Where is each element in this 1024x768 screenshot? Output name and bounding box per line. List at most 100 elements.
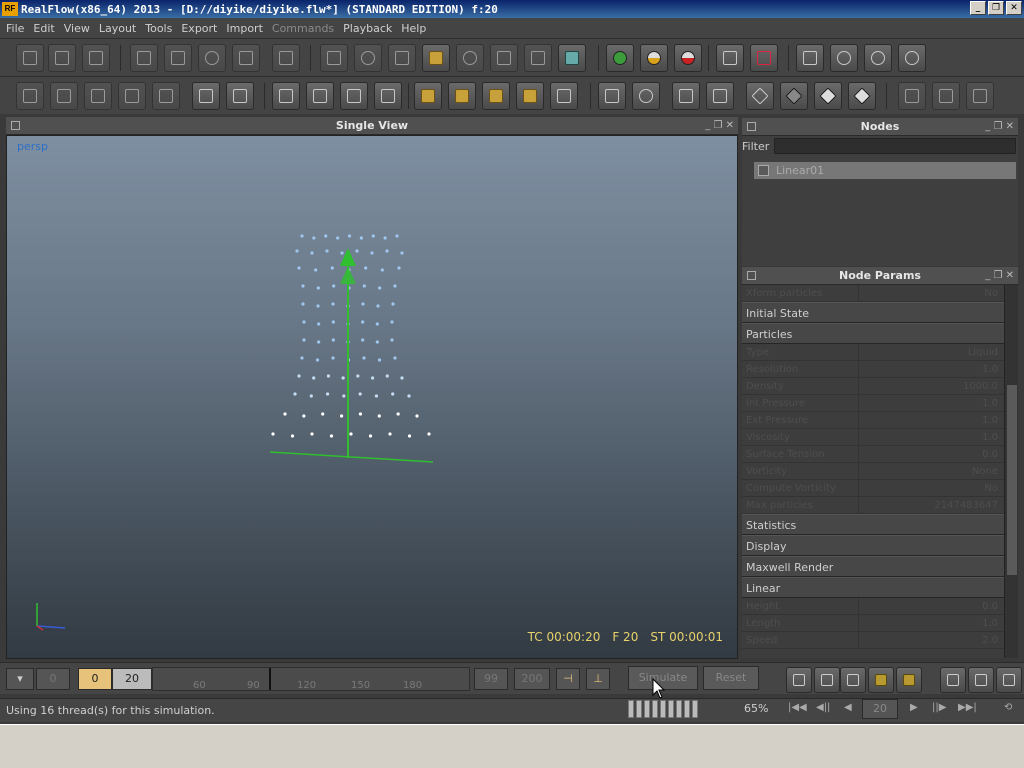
view-top-button[interactable] (598, 82, 626, 110)
param-row[interactable]: Surface Tension 0.0 (742, 446, 1004, 463)
minimize-button[interactable]: _ (970, 1, 986, 15)
viewport-3d[interactable]: persp TC 00:00:20 F 20 ST 00:00:01 (6, 135, 738, 659)
render-button[interactable] (898, 82, 926, 110)
param-row[interactable]: Vorticity None (742, 463, 1004, 480)
param-value[interactable]: 1.0 (858, 361, 1004, 378)
script-run-button[interactable] (796, 44, 824, 72)
hierarchy-tool-button[interactable] (388, 44, 416, 72)
loop-icon[interactable]: ⟲ (1004, 702, 1012, 713)
menu-commands[interactable]: Commands (272, 22, 334, 35)
bookmark-a-button[interactable] (940, 667, 966, 693)
record-yellow-button[interactable] (640, 44, 668, 72)
end-frame-marker[interactable]: 20 (112, 668, 152, 690)
param-row[interactable]: Compute Vorticity No (742, 480, 1004, 497)
menu-view[interactable]: View (64, 22, 90, 35)
soft-body-button[interactable] (226, 82, 254, 110)
panel-menu-icon[interactable] (11, 121, 20, 130)
reset-button[interactable]: Reset (703, 666, 759, 690)
ruler-button[interactable] (340, 82, 368, 110)
wet-map-button[interactable] (414, 82, 442, 110)
param-value[interactable]: 2147483647 (858, 497, 1004, 514)
range-b-field[interactable]: 200 (514, 668, 550, 690)
key-next-button[interactable]: ⊥ (586, 668, 610, 690)
start-frame-field[interactable]: 0 (36, 668, 70, 690)
menu-file[interactable]: File (6, 22, 24, 35)
film-strip-button[interactable] (306, 82, 334, 110)
shade-smooth-button[interactable] (814, 82, 842, 110)
menu-layout[interactable]: Layout (99, 22, 136, 35)
menu-import[interactable]: Import (226, 22, 263, 35)
menu-tools[interactable]: Tools (145, 22, 172, 35)
param-row[interactable]: Resolution 1.0 (742, 361, 1004, 378)
add-group-button[interactable] (118, 82, 146, 110)
range-a-field[interactable]: 99 (474, 668, 508, 690)
play-icon[interactable]: ▶ (910, 702, 918, 713)
param-value[interactable]: 0.0 (858, 446, 1004, 463)
go-start-icon[interactable]: |◀◀ (788, 702, 807, 713)
view-expand-button[interactable] (706, 82, 734, 110)
camera-pan-button[interactable] (814, 667, 840, 693)
close-button[interactable]: ✕ (1006, 1, 1022, 15)
param-value[interactable]: 1000.0 (858, 378, 1004, 395)
go-end-icon[interactable]: ▶▶| (958, 702, 977, 713)
shade-wire-button[interactable] (746, 82, 774, 110)
graph-tool-button[interactable] (354, 44, 382, 72)
current-frame-marker[interactable]: 0 (78, 668, 112, 690)
rigid-body-button[interactable] (192, 82, 220, 110)
param-value[interactable]: 0.0 (858, 598, 1004, 615)
scroll-thumb[interactable] (1007, 385, 1017, 575)
section-maxwell-render[interactable]: Maxwell Render (742, 556, 1004, 577)
param-row[interactable]: Ext Pressure 1.0 (742, 412, 1004, 429)
fire-button[interactable] (932, 82, 960, 110)
param-value[interactable]: 1.0 (858, 412, 1004, 429)
panel-window-controls[interactable]: _ ❐ ✕ (985, 118, 1014, 136)
add-camera-button[interactable] (490, 44, 518, 72)
menu-playback[interactable]: Playback (343, 22, 392, 35)
step-back-icon[interactable]: ◀|| (816, 702, 830, 713)
panel-window-controls[interactable]: _ ❐ ✕ (705, 117, 734, 135)
param-value[interactable]: 1.0 (858, 429, 1004, 446)
gear-a-button[interactable] (868, 667, 894, 693)
move-tool-button[interactable] (164, 44, 192, 72)
param-row[interactable]: Height 0.0 (742, 598, 1004, 615)
add-mesh-node-button[interactable] (152, 82, 180, 110)
param-row[interactable]: Density 1000.0 (742, 378, 1004, 395)
view-rotate-button[interactable] (632, 82, 660, 110)
delete-cache-button[interactable] (750, 44, 778, 72)
section-particles[interactable]: Particles (742, 323, 1004, 344)
emitter-button[interactable] (16, 82, 44, 110)
section-statistics[interactable]: Statistics (742, 514, 1004, 535)
batch-script-button[interactable] (830, 44, 858, 72)
timeline-menu-button[interactable]: ▾ (6, 668, 34, 690)
hourglass-button[interactable] (550, 82, 578, 110)
param-value[interactable]: No (858, 285, 1004, 302)
menu-export[interactable]: Export (181, 22, 217, 35)
add-sphere-button[interactable] (456, 44, 484, 72)
step-forward-icon[interactable]: ||▶ (932, 702, 946, 713)
splash-map-button[interactable] (516, 82, 544, 110)
maximize-button[interactable]: ❐ (988, 1, 1004, 15)
camera-eye-button[interactable] (840, 667, 866, 693)
param-row[interactable]: Max particles 2147483647 (742, 497, 1004, 514)
view-frame-button[interactable] (672, 82, 700, 110)
param-row[interactable]: Speed 2.0 (742, 632, 1004, 649)
shade-textured-button[interactable] (848, 82, 876, 110)
save-cache-button[interactable] (716, 44, 744, 72)
param-row[interactable]: Int Pressure 1.0 (742, 395, 1004, 412)
param-value[interactable]: Liquid (858, 344, 1004, 361)
menu-edit[interactable]: Edit (33, 22, 54, 35)
playhead[interactable] (269, 668, 271, 690)
record-red-button[interactable] (674, 44, 702, 72)
grid-dots-button[interactable] (374, 82, 402, 110)
extra-button[interactable] (966, 82, 994, 110)
add-object-button[interactable] (422, 44, 450, 72)
record-green-button[interactable] (606, 44, 634, 72)
rotate-tool-button[interactable] (198, 44, 226, 72)
foam-map-button[interactable] (448, 82, 476, 110)
param-value[interactable]: None (858, 463, 1004, 480)
wave-map-button[interactable] (482, 82, 510, 110)
param-row[interactable]: Length 1.0 (742, 615, 1004, 632)
node-item-linear01[interactable]: Linear01 (754, 162, 1016, 179)
param-value[interactable]: 1.0 (858, 615, 1004, 632)
link-tool-button[interactable] (320, 44, 348, 72)
